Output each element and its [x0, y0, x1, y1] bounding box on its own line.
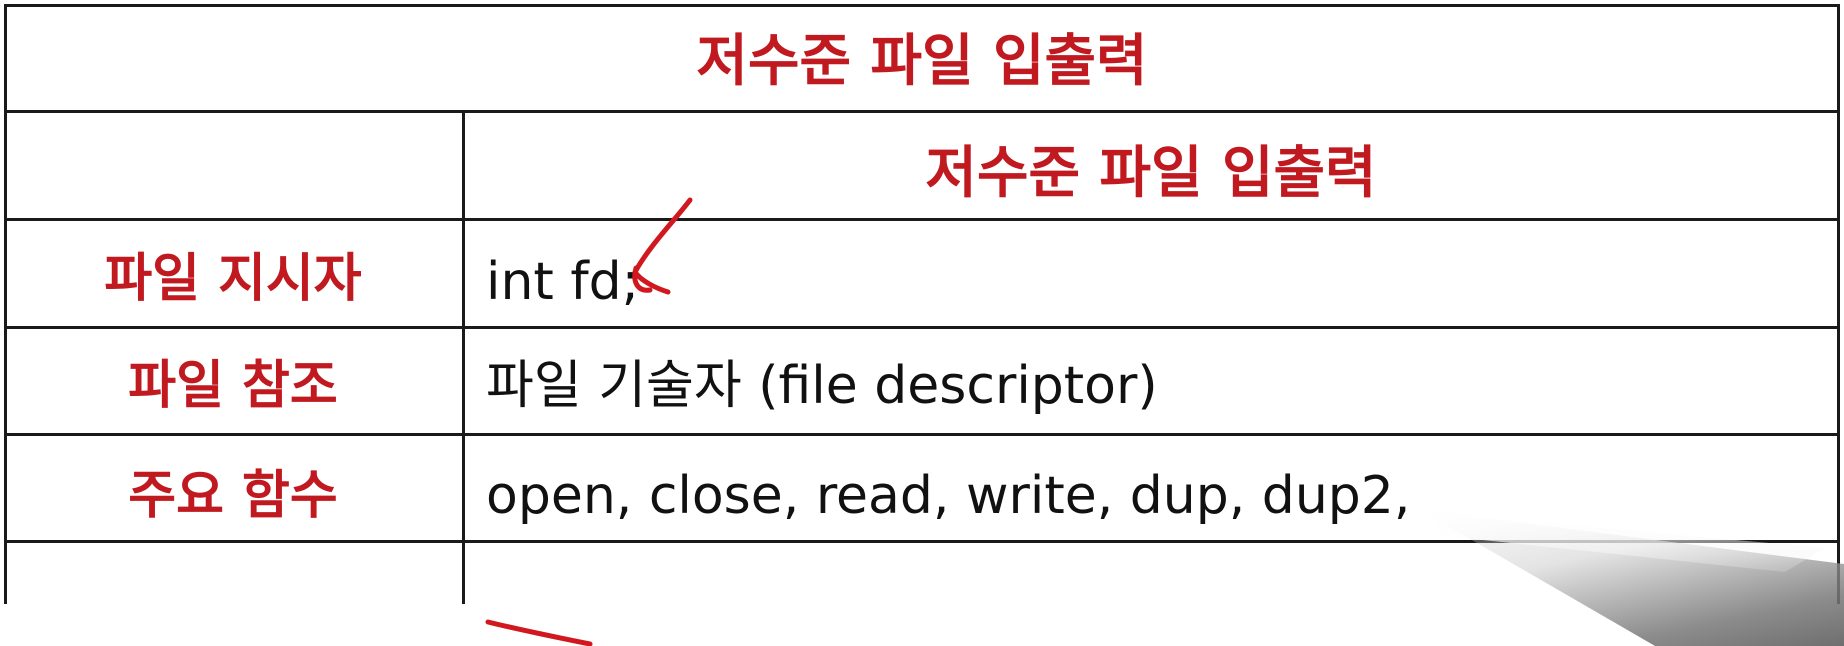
table-border-right [1837, 4, 1840, 604]
table-title: 저수준 파일 입출력 [696, 29, 1148, 94]
slide: 저수준 파일 입출력 저수준 파일 입출력 파일 지시자 int fd; 파일 … [0, 0, 1844, 646]
column-header: 저수준 파일 입출력 [925, 141, 1377, 206]
table-border-top [4, 4, 1840, 7]
row-label-file-indicator: 파일 지시자 [104, 249, 362, 309]
row-value-main-functions: open, close, read, write, dup, dup2, [486, 466, 1411, 526]
underline-annotation [485, 619, 593, 646]
handwritten-annotations [485, 197, 693, 646]
checkmark-annotation [632, 197, 693, 295]
table-border-row2 [4, 218, 1840, 221]
table-border-row4 [4, 433, 1840, 436]
table-border-row1 [4, 110, 1840, 113]
table-border-bottom [4, 540, 1840, 543]
row-value-file-indicator: int fd; [486, 252, 640, 312]
table-border-row3 [4, 326, 1840, 329]
page-curl-shadow [1420, 510, 1844, 646]
row-value-file-reference: 파일 기술자 (file descriptor) [486, 356, 1158, 416]
row-label-main-functions: 주요 함수 [128, 466, 338, 526]
row-label-file-reference: 파일 참조 [128, 356, 338, 416]
